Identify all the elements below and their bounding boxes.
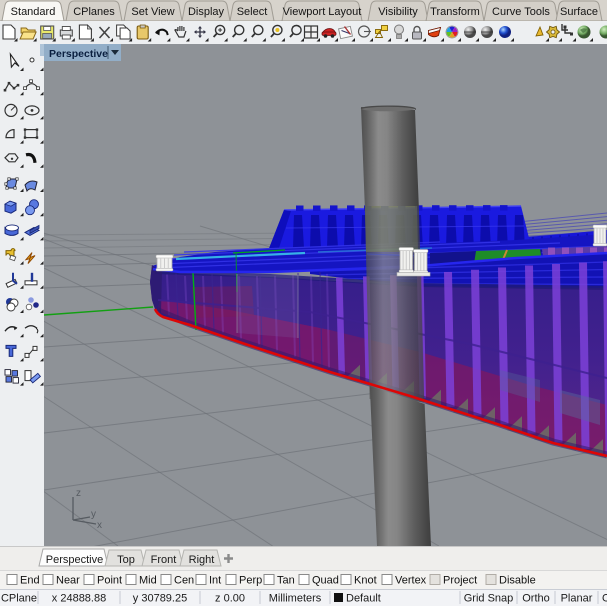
svg-text:Right: Right bbox=[189, 554, 215, 566]
svg-text:x: x bbox=[97, 520, 102, 531]
svg-text:Viewport Layout: Viewport Layout bbox=[283, 6, 362, 18]
svg-text:Top: Top bbox=[117, 554, 135, 566]
svg-text:Perspective: Perspective bbox=[49, 48, 108, 60]
svg-text:Int: Int bbox=[209, 575, 221, 587]
svg-text:Planar: Planar bbox=[561, 593, 593, 605]
svg-text:Grid Snap: Grid Snap bbox=[464, 593, 514, 605]
svg-text:z: z bbox=[76, 488, 81, 499]
svg-text:CPlane: CPlane bbox=[1, 593, 37, 605]
svg-text:Millimeters: Millimeters bbox=[269, 593, 322, 605]
svg-text:Project: Project bbox=[443, 575, 477, 587]
svg-text:Standard: Standard bbox=[11, 6, 56, 18]
svg-text:Vertex: Vertex bbox=[395, 575, 427, 587]
svg-text:Set View: Set View bbox=[131, 6, 174, 18]
svg-text:y: y bbox=[91, 509, 96, 520]
svg-text:Tan: Tan bbox=[277, 575, 295, 587]
svg-text:Select: Select bbox=[237, 6, 268, 18]
svg-text:Front: Front bbox=[151, 554, 177, 566]
svg-text:Perspective: Perspective bbox=[46, 554, 103, 566]
svg-text:O: O bbox=[602, 593, 607, 605]
svg-text:Visibility: Visibility bbox=[378, 6, 418, 18]
svg-text:Disable: Disable bbox=[499, 575, 536, 587]
svg-text:End: End bbox=[20, 575, 40, 587]
svg-text:Point: Point bbox=[97, 575, 122, 587]
svg-text:y 30789.25: y 30789.25 bbox=[133, 593, 187, 605]
svg-text:CPlanes: CPlanes bbox=[73, 6, 115, 18]
svg-text:Transform: Transform bbox=[430, 6, 480, 18]
svg-text:Ortho: Ortho bbox=[522, 593, 550, 605]
svg-text:Cen: Cen bbox=[174, 575, 194, 587]
svg-text:Mid: Mid bbox=[139, 575, 157, 587]
svg-text:Near: Near bbox=[56, 575, 80, 587]
svg-text:Curve Tools: Curve Tools bbox=[492, 6, 550, 18]
svg-text:Surface: Surface bbox=[560, 6, 598, 18]
svg-text:Knot: Knot bbox=[354, 575, 377, 587]
svg-text:Perp: Perp bbox=[239, 575, 262, 587]
svg-text:x 24888.88: x 24888.88 bbox=[52, 593, 106, 605]
svg-text:Quad: Quad bbox=[312, 575, 339, 587]
svg-text:Default: Default bbox=[346, 593, 381, 605]
svg-text:Display: Display bbox=[188, 6, 225, 18]
svg-text:z 0.00: z 0.00 bbox=[215, 593, 245, 605]
